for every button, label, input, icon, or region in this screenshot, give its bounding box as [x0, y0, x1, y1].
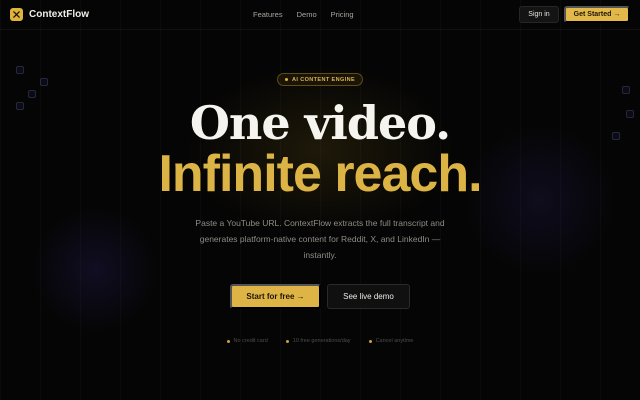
nav-links: Features Demo Pricing	[253, 10, 354, 19]
perk-label: No credit card	[233, 338, 268, 344]
top-nav: ContextFlow Features Demo Pricing Sign i…	[0, 0, 640, 30]
sign-in-button[interactable]: Sign in	[519, 6, 559, 23]
badge-label: AI CONTENT ENGINE	[291, 76, 356, 83]
perk-dot-icon	[285, 339, 289, 343]
decorative-square-icon	[16, 66, 24, 74]
landing-page: ContextFlow Features Demo Pricing Sign i…	[0, 0, 640, 400]
perk-item: 10 free generations/day	[285, 338, 351, 344]
brand-logo[interactable]: ContextFlow	[10, 8, 89, 21]
perk-label: 10 free generations/day	[292, 338, 351, 344]
brand-name: ContextFlow	[29, 9, 89, 20]
logo-icon	[10, 8, 23, 21]
perk-dot-icon	[226, 339, 230, 343]
nav-link-features[interactable]: Features	[253, 10, 283, 19]
perk-dot-icon	[368, 339, 372, 343]
hero-badge: AI CONTENT ENGINE	[277, 73, 363, 86]
decorative-square-icon	[40, 78, 48, 86]
perk-item: No credit card	[226, 338, 268, 344]
nav-link-pricing[interactable]: Pricing	[331, 10, 354, 19]
perk-item: Cancel anytime	[368, 338, 414, 344]
start-for-free-button[interactable]: Start for free →	[230, 284, 321, 309]
hero-title-line1: One video.	[189, 96, 451, 150]
hero-description: Paste a YouTube URL. ContextFlow extract…	[195, 218, 445, 260]
perk-label: Cancel anytime	[375, 338, 414, 344]
get-started-button[interactable]: Get Started →	[564, 6, 630, 23]
badge-dot-icon	[284, 78, 288, 81]
perks-list: No credit card 10 free generations/day C…	[0, 338, 640, 344]
decorative-square-icon	[622, 86, 630, 94]
hero-title-line2: Infinite reach.	[158, 145, 482, 203]
see-live-demo-button[interactable]: See live demo	[327, 284, 410, 309]
nav-link-demo[interactable]: Demo	[297, 10, 317, 19]
